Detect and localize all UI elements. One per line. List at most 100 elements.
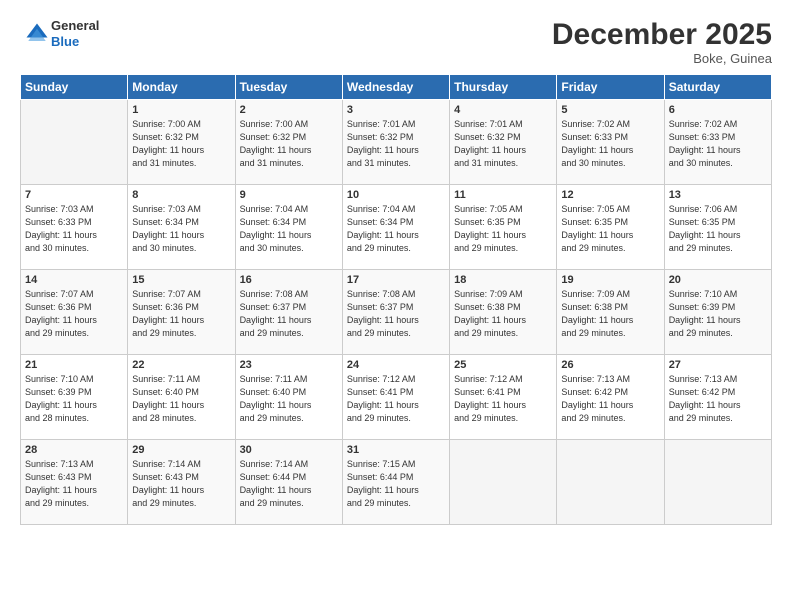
- calendar-week-row: 7 Sunrise: 7:03 AM Sunset: 6:33 PM Daylig…: [21, 185, 772, 270]
- calendar-cell: 10 Sunrise: 7:04 AM Sunset: 6:34 PM Dayli…: [342, 185, 449, 270]
- calendar-cell: 22 Sunrise: 7:11 AM Sunset: 6:40 PM Dayli…: [128, 355, 235, 440]
- day-number: 24: [347, 359, 445, 371]
- calendar-cell: 29 Sunrise: 7:14 AM Sunset: 6:43 PM Dayli…: [128, 440, 235, 525]
- col-monday: Monday: [128, 75, 235, 100]
- month-year-title: December 2025: [552, 18, 772, 51]
- logo-blue: Blue: [51, 34, 99, 50]
- day-info: Sunrise: 7:08 AM Sunset: 6:37 PM Dayligh…: [347, 288, 445, 340]
- day-info: Sunrise: 7:11 AM Sunset: 6:40 PM Dayligh…: [132, 373, 230, 425]
- day-info: Sunrise: 7:02 AM Sunset: 6:33 PM Dayligh…: [561, 118, 659, 170]
- day-number: 7: [25, 189, 123, 201]
- calendar-week-row: 14Sunrise: 7:07 AM Sunset: 6:36 PM Dayli…: [21, 270, 772, 355]
- day-number: 16: [240, 274, 338, 286]
- day-info: Sunrise: 7:05 AM Sunset: 6:35 PM Dayligh…: [561, 203, 659, 255]
- calendar-cell: 13 Sunrise: 7:06 AM Sunset: 6:35 PM Dayli…: [664, 185, 771, 270]
- day-info: Sunrise: 7:10 AM Sunset: 6:39 PM Dayligh…: [25, 373, 123, 425]
- day-number: 9: [240, 189, 338, 201]
- calendar-cell: 5 Sunrise: 7:02 AM Sunset: 6:33 PM Daylig…: [557, 100, 664, 185]
- calendar-week-row: 1 Sunrise: 7:00 AM Sunset: 6:32 PM Daylig…: [21, 100, 772, 185]
- day-info: Sunrise: 7:01 AM Sunset: 6:32 PM Dayligh…: [347, 118, 445, 170]
- calendar-cell: 26Sunrise: 7:13 AM Sunset: 6:42 PM Dayli…: [557, 355, 664, 440]
- calendar-cell: 24 Sunrise: 7:12 AM Sunset: 6:41 PM Dayli…: [342, 355, 449, 440]
- day-info: Sunrise: 7:12 AM Sunset: 6:41 PM Dayligh…: [347, 373, 445, 425]
- day-info: Sunrise: 7:11 AM Sunset: 6:40 PM Dayligh…: [240, 373, 338, 425]
- day-info: Sunrise: 7:00 AM Sunset: 6:32 PM Dayligh…: [132, 118, 230, 170]
- day-number: 17: [347, 274, 445, 286]
- calendar-cell: 30 Sunrise: 7:14 AM Sunset: 6:44 PM Dayli…: [235, 440, 342, 525]
- day-number: 13: [669, 189, 767, 201]
- col-wednesday: Wednesday: [342, 75, 449, 100]
- calendar-cell: 27 Sunrise: 7:13 AM Sunset: 6:42 PM Dayli…: [664, 355, 771, 440]
- day-info: Sunrise: 7:12 AM Sunset: 6:41 PM Dayligh…: [454, 373, 552, 425]
- day-number: 12: [561, 189, 659, 201]
- calendar-week-row: 28 Sunrise: 7:13 AM Sunset: 6:43 PM Dayli…: [21, 440, 772, 525]
- day-info: Sunrise: 7:09 AM Sunset: 6:38 PM Dayligh…: [454, 288, 552, 340]
- col-tuesday: Tuesday: [235, 75, 342, 100]
- logo-text: General Blue: [51, 18, 99, 49]
- day-info: Sunrise: 7:04 AM Sunset: 6:34 PM Dayligh…: [240, 203, 338, 255]
- day-number: 26: [561, 359, 659, 371]
- day-number: 23: [240, 359, 338, 371]
- day-number: 10: [347, 189, 445, 201]
- day-number: 22: [132, 359, 230, 371]
- col-saturday: Saturday: [664, 75, 771, 100]
- day-info: Sunrise: 7:03 AM Sunset: 6:34 PM Dayligh…: [132, 203, 230, 255]
- calendar-cell: 1 Sunrise: 7:00 AM Sunset: 6:32 PM Daylig…: [128, 100, 235, 185]
- day-info: Sunrise: 7:01 AM Sunset: 6:32 PM Dayligh…: [454, 118, 552, 170]
- day-info: Sunrise: 7:00 AM Sunset: 6:32 PM Dayligh…: [240, 118, 338, 170]
- calendar-cell: 18Sunrise: 7:09 AM Sunset: 6:38 PM Dayli…: [450, 270, 557, 355]
- day-info: Sunrise: 7:02 AM Sunset: 6:33 PM Dayligh…: [669, 118, 767, 170]
- day-number: 20: [669, 274, 767, 286]
- day-number: 1: [132, 104, 230, 116]
- calendar-cell: 23 Sunrise: 7:11 AM Sunset: 6:40 PM Dayli…: [235, 355, 342, 440]
- page-header: General Blue December 2025 Boke, Guinea: [20, 18, 772, 66]
- day-info: Sunrise: 7:14 AM Sunset: 6:44 PM Dayligh…: [240, 458, 338, 510]
- day-info: Sunrise: 7:05 AM Sunset: 6:35 PM Dayligh…: [454, 203, 552, 255]
- title-block: December 2025 Boke, Guinea: [552, 18, 772, 66]
- day-info: Sunrise: 7:04 AM Sunset: 6:34 PM Dayligh…: [347, 203, 445, 255]
- calendar-cell: 2 Sunrise: 7:00 AM Sunset: 6:32 PM Daylig…: [235, 100, 342, 185]
- day-number: 11: [454, 189, 552, 201]
- calendar-header-row: Sunday Monday Tuesday Wednesday Thursday…: [21, 75, 772, 100]
- day-number: 28: [25, 444, 123, 456]
- day-number: 27: [669, 359, 767, 371]
- calendar-cell: 8Sunrise: 7:03 AM Sunset: 6:34 PM Daylig…: [128, 185, 235, 270]
- day-info: Sunrise: 7:09 AM Sunset: 6:38 PM Dayligh…: [561, 288, 659, 340]
- day-number: 6: [669, 104, 767, 116]
- day-info: Sunrise: 7:13 AM Sunset: 6:42 PM Dayligh…: [669, 373, 767, 425]
- day-number: 3: [347, 104, 445, 116]
- day-number: 15: [132, 274, 230, 286]
- calendar-cell: 21 Sunrise: 7:10 AM Sunset: 6:39 PM Dayli…: [21, 355, 128, 440]
- calendar-cell: 11 Sunrise: 7:05 AM Sunset: 6:35 PM Dayli…: [450, 185, 557, 270]
- calendar-cell: 6 Sunrise: 7:02 AM Sunset: 6:33 PM Daylig…: [664, 100, 771, 185]
- calendar-cell: 15 Sunrise: 7:07 AM Sunset: 6:36 PM Dayli…: [128, 270, 235, 355]
- calendar-cell: 28 Sunrise: 7:13 AM Sunset: 6:43 PM Dayli…: [21, 440, 128, 525]
- day-number: 5: [561, 104, 659, 116]
- day-info: Sunrise: 7:06 AM Sunset: 6:35 PM Dayligh…: [669, 203, 767, 255]
- calendar-cell: 12 Sunrise: 7:05 AM Sunset: 6:35 PM Dayli…: [557, 185, 664, 270]
- day-info: Sunrise: 7:08 AM Sunset: 6:37 PM Dayligh…: [240, 288, 338, 340]
- day-info: Sunrise: 7:14 AM Sunset: 6:43 PM Dayligh…: [132, 458, 230, 510]
- calendar-page: General Blue December 2025 Boke, Guinea …: [0, 0, 792, 612]
- day-info: Sunrise: 7:07 AM Sunset: 6:36 PM Dayligh…: [132, 288, 230, 340]
- col-thursday: Thursday: [450, 75, 557, 100]
- day-info: Sunrise: 7:10 AM Sunset: 6:39 PM Dayligh…: [669, 288, 767, 340]
- day-number: 25: [454, 359, 552, 371]
- logo: General Blue: [20, 18, 99, 49]
- day-number: 19: [561, 274, 659, 286]
- day-number: 2: [240, 104, 338, 116]
- calendar-cell: 20 Sunrise: 7:10 AM Sunset: 6:39 PM Dayli…: [664, 270, 771, 355]
- day-number: 4: [454, 104, 552, 116]
- col-friday: Friday: [557, 75, 664, 100]
- day-info: Sunrise: 7:03 AM Sunset: 6:33 PM Dayligh…: [25, 203, 123, 255]
- day-number: 29: [132, 444, 230, 456]
- day-number: 30: [240, 444, 338, 456]
- calendar-cell: 19 Sunrise: 7:09 AM Sunset: 6:38 PM Dayli…: [557, 270, 664, 355]
- day-number: 21: [25, 359, 123, 371]
- day-number: 31: [347, 444, 445, 456]
- day-info: Sunrise: 7:13 AM Sunset: 6:43 PM Dayligh…: [25, 458, 123, 510]
- calendar-cell: [21, 100, 128, 185]
- day-info: Sunrise: 7:07 AM Sunset: 6:36 PM Dayligh…: [25, 288, 123, 340]
- calendar-week-row: 21 Sunrise: 7:10 AM Sunset: 6:39 PM Dayli…: [21, 355, 772, 440]
- col-sunday: Sunday: [21, 75, 128, 100]
